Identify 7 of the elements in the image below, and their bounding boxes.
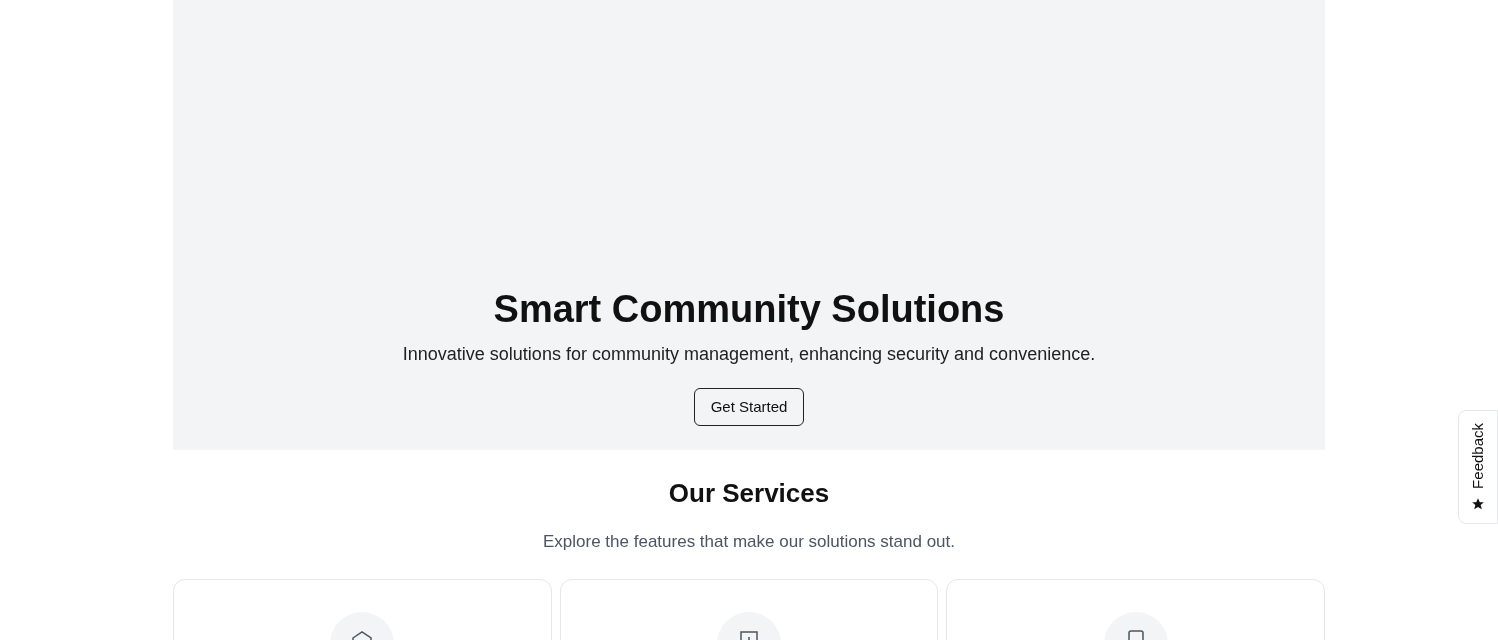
hero-subtitle: Innovative solutions for community management, enhancing security and convenience. [402,343,1096,366]
hero-title: Smart Community Solutions [493,286,1005,332]
section-title: Our Services [668,477,830,510]
get-started-button[interactable]: Get Started [693,388,805,426]
section-subtitle: Explore the features that make our solutions stand out. [543,531,955,553]
feedback-tab[interactable]: Feedback [1458,410,1498,524]
star-icon [1471,496,1485,511]
